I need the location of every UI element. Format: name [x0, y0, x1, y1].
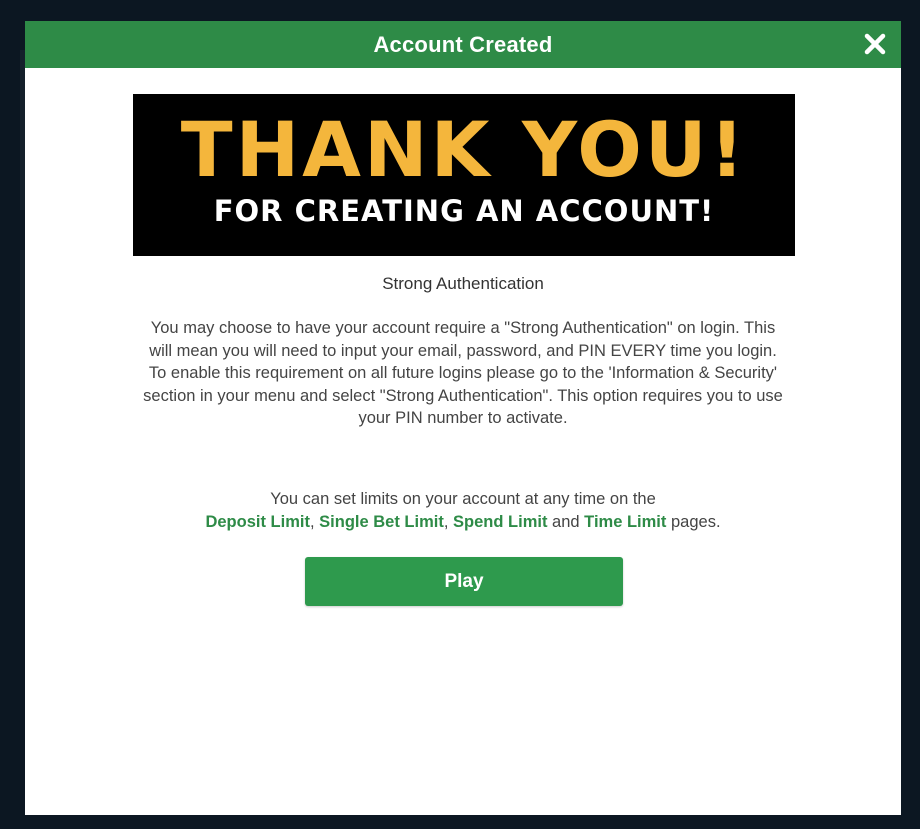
spend-limit-link[interactable]: Spend Limit: [453, 513, 547, 531]
thank-you-banner: THANK YOU! FOR CREATING AN ACCOUNT!: [133, 94, 795, 256]
close-icon: [864, 33, 886, 55]
modal-title: Account Created: [373, 31, 553, 57]
play-button[interactable]: Play: [305, 557, 623, 606]
account-created-modal: Account Created THANK YOU! FOR CREATING …: [25, 21, 901, 815]
banner-headline: THANK YOU!: [180, 105, 748, 194]
and-word: and: [552, 513, 580, 531]
separator: ,: [309, 513, 315, 531]
banner-subline: FOR CREATING AN ACCOUNT!: [213, 194, 715, 228]
close-button[interactable]: [861, 30, 889, 58]
modal-header: Account Created: [25, 21, 901, 68]
limits-info: You can set limits on your account at an…: [125, 488, 801, 534]
strong-auth-description: You may choose to have your account requ…: [143, 319, 783, 427]
separator: ,: [443, 513, 449, 531]
single-bet-limit-link[interactable]: Single Bet Limit: [319, 513, 444, 531]
limits-intro: You can set limits on your account at an…: [270, 490, 656, 508]
time-limit-link[interactable]: Time Limit: [584, 513, 666, 531]
limits-suffix: pages.: [670, 513, 721, 531]
strong-auth-heading: Strong Authentication: [382, 274, 544, 293]
deposit-limit-link[interactable]: Deposit Limit: [205, 513, 310, 531]
